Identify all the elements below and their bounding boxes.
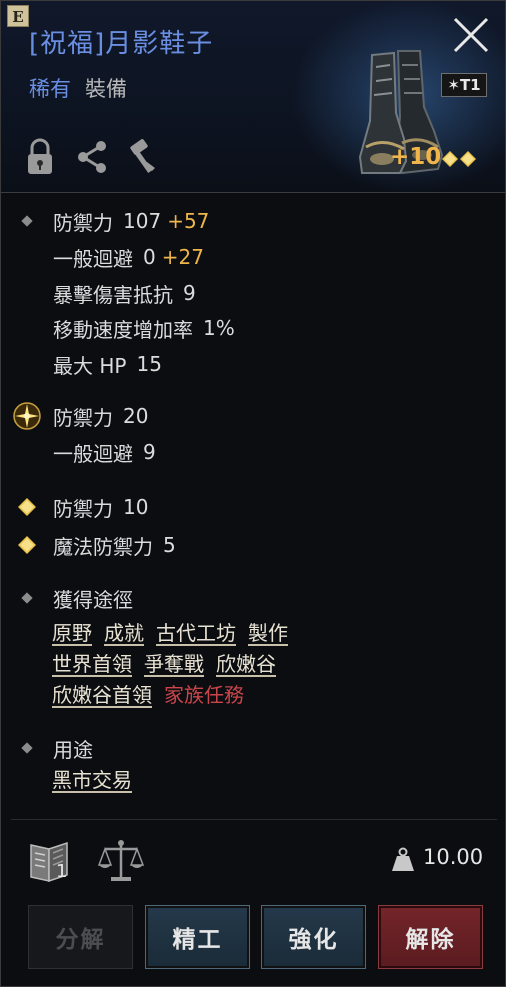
stat-value: 0 [143,245,156,269]
item-type: 裝備 [85,77,127,101]
gem-stat-row: 魔法防禦力 5 [1,530,176,560]
stat-label: 防禦力 [53,496,113,521]
hammer-icon[interactable] [127,137,161,177]
blessing-stat-row: 一般迴避 9 [1,437,156,467]
item-tooltip-panel: E [祝福]月影鞋子 稀有 裝備 ✶T1 +10 防禦力 107 +57 一般迴… [0,0,506,987]
source-link[interactable]: 世界首領 [52,648,132,677]
divider [11,819,497,820]
stat-value: 5 [163,533,176,557]
section-title: 用途 [53,737,93,762]
source-link[interactable]: 欣嫩谷首領 [52,679,152,708]
acquisition-links: 世界首領 爭奪戰 欣嫩谷 [52,647,288,677]
stat-label: 最大 HP [53,353,127,378]
usage-links: 黑市交易 [52,763,144,793]
stat-label: 防禦力 [53,210,113,235]
gem-slots [442,151,476,167]
close-icon[interactable] [451,15,491,55]
acquisition-links: 欣嫩谷首領 家族任務 [52,678,256,708]
source-link[interactable]: 成就 [104,617,144,646]
gold-diamond-icon [460,151,476,167]
stat-value: 9 [143,440,156,464]
stat-row: 暴擊傷害抵抗 9 [1,278,196,308]
item-action-icons [23,135,161,179]
usage-link[interactable]: 黑市交易 [52,764,132,793]
quest-source-text: 家族任務 [164,682,244,707]
stat-value: 1% [203,316,235,340]
book-count: 1 [56,861,68,882]
source-link[interactable]: 欣嫩谷 [216,648,276,677]
item-rarity: 稀有 [29,77,71,101]
item-header: E [祝福]月影鞋子 稀有 裝備 ✶T1 +10 [1,1,505,193]
blessing-star-icon [13,402,41,430]
blessing-stat-row: 防禦力 20 [1,401,148,431]
stat-value: 9 [183,281,196,305]
item-name: [祝福]月影鞋子 [29,29,214,59]
balance-scale-icon [97,840,145,881]
stat-bonus: +27 [161,245,204,269]
stat-label: 一般迴避 [53,441,133,466]
dismantle-button[interactable]: 分解 [28,905,133,969]
hotkey-badge: E [7,5,29,27]
stat-value: 107 [123,209,162,233]
tier-badge: ✶T1 [441,73,487,97]
acquisition-heading: 獲得途徑 [1,583,133,613]
source-link[interactable]: 原野 [52,617,92,646]
gold-diamond-icon [442,151,458,167]
gold-diamond-icon [18,498,36,516]
weight-value: 10.00 [423,845,484,869]
stat-value: 15 [136,352,162,376]
weight-icon [392,847,414,871]
share-icon[interactable] [75,137,109,177]
stat-label: 移動速度增加率 [53,317,193,342]
gem-stat-row: 防禦力 10 [1,492,148,522]
acquisition-links: 原野 成就 古代工坊 製作 [52,616,300,646]
stat-value: 10 [123,495,149,519]
gold-diamond-icon [18,536,36,554]
bullet-icon [21,742,33,754]
bullet-icon [21,215,33,227]
refine-button[interactable]: 精工 [145,905,250,969]
stat-row: 一般迴避 0 +27 [1,242,204,272]
usage-heading: 用途 [1,733,93,763]
bullet-icon [21,592,33,604]
lock-icon[interactable] [23,137,57,177]
source-link[interactable]: 古代工坊 [156,617,236,646]
unequip-button[interactable]: 解除 [378,905,483,969]
stat-label: 一般迴避 [53,246,133,271]
stat-row: 最大 HP 15 [1,349,162,379]
stat-label: 暴擊傷害抵抗 [53,282,173,307]
section-title: 獲得途徑 [53,587,133,612]
stat-label: 防禦力 [53,405,113,430]
source-link[interactable]: 製作 [248,617,288,646]
stat-row: 移動速度增加率 1% [1,313,235,343]
source-link[interactable]: 爭奪戰 [144,648,204,677]
enhance-level: +10 [390,144,442,170]
stat-row: 防禦力 107 +57 [1,206,209,236]
enhance-button[interactable]: 強化 [261,905,366,969]
stat-bonus: +57 [167,209,210,233]
stat-label: 魔法防禦力 [53,534,153,559]
stat-value: 20 [123,404,149,428]
